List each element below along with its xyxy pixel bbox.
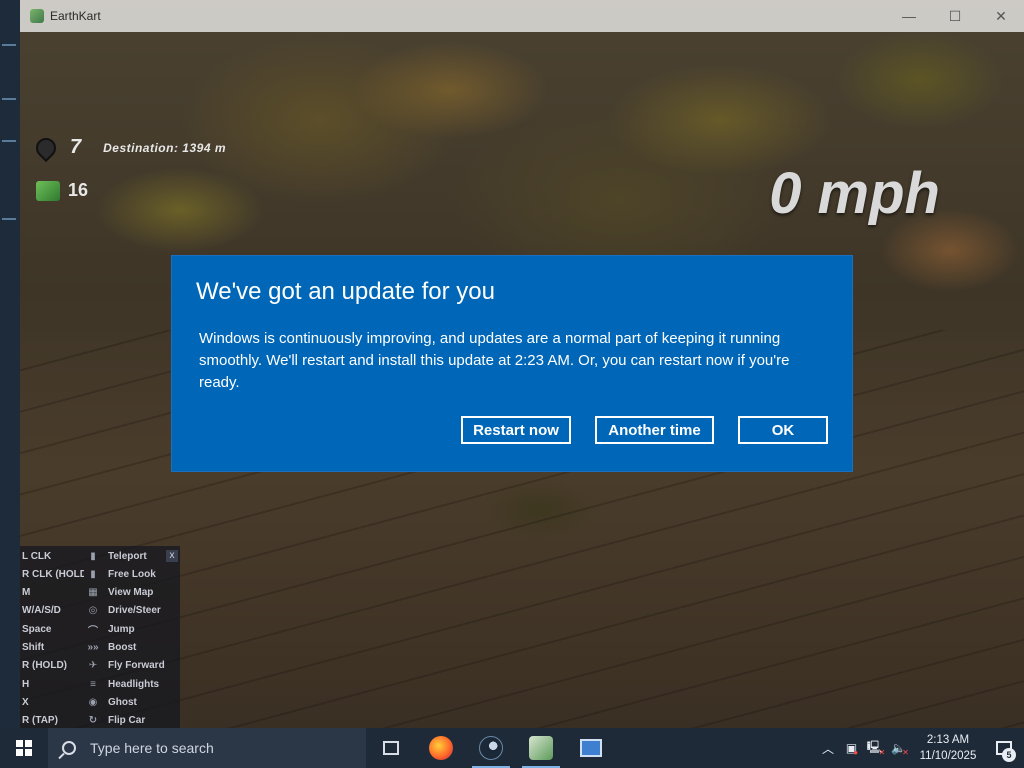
another-time-button[interactable]: Another time (595, 416, 714, 444)
earthkart-app-icon (30, 9, 44, 23)
control-key: W/A/S/D (22, 604, 61, 616)
steam-icon (479, 736, 503, 760)
hud-destination: Destination: 1394 m (103, 140, 226, 155)
map-pin-icon (31, 133, 61, 162)
control-row: Shift »» Boost (22, 638, 172, 656)
firefox-icon (429, 736, 453, 760)
control-key: R (HOLD) (22, 659, 67, 671)
control-row: L CLK ▮ Teleport (22, 547, 172, 565)
control-key: R CLK (HOLD) (22, 568, 84, 580)
mouse-left-icon: ▮ (90, 550, 96, 562)
window-controls: — ☐ ✕ (886, 0, 1024, 32)
control-action: Flip Car (108, 714, 146, 726)
control-action: Jump (108, 623, 135, 635)
restart-now-button[interactable]: Restart now (461, 416, 571, 444)
desktop-item (2, 44, 16, 46)
security-alert-icon[interactable]: ▣ ● (840, 728, 864, 768)
flip-icon: ↻ (88, 714, 98, 726)
control-action: Fly Forward (108, 659, 165, 671)
steering-wheel-icon: ◎ (88, 604, 98, 616)
taskbar: Type here to search ︿ ▣ ● 🖳 ✕ 🔈 ✕ 2:13 AM 1… (0, 728, 1024, 768)
taskbar-search-box[interactable]: Type here to search (48, 728, 366, 768)
control-key: X (22, 696, 29, 708)
taskbar-steam[interactable] (466, 728, 516, 768)
control-row: R CLK (HOLD) ▮ Free Look (22, 565, 172, 583)
minimize-button[interactable]: — (886, 0, 932, 32)
control-row: X ◉ Ghost (22, 693, 172, 711)
map-icon: ▦ (88, 586, 98, 598)
volume-muted-icon[interactable]: 🔈 ✕ (888, 728, 912, 768)
control-key: M (22, 586, 31, 598)
ghost-icon: ◉ (88, 696, 98, 708)
headlights-icon: ≡ (90, 678, 96, 690)
clock-date: 11/10/2025 (919, 750, 977, 762)
dialog-title: We've got an update for you (196, 278, 496, 305)
control-key: Shift (22, 641, 45, 653)
clock-time: 2:13 AM (926, 734, 970, 746)
task-view-button[interactable] (366, 728, 416, 768)
desktop-item (2, 140, 16, 142)
control-key: Space (22, 623, 52, 635)
jump-icon: ⌒ (88, 625, 98, 637)
control-key: R (TAP) (22, 714, 58, 726)
control-action: Headlights (108, 678, 160, 690)
hud-cash-row: 16 (36, 180, 88, 201)
close-button[interactable]: ✕ (978, 0, 1024, 32)
control-row: R (TAP) ↻ Flip Car (22, 711, 172, 728)
start-button[interactable] (0, 728, 48, 768)
notification-count: 5 (1002, 748, 1016, 762)
fly-icon: ✈ (88, 659, 98, 671)
mouse-right-icon: ▮ (90, 568, 96, 580)
control-action: Ghost (108, 696, 137, 708)
boost-chevrons-icon: »» (87, 641, 99, 653)
control-key: H (22, 678, 30, 690)
task-view-icon (383, 741, 399, 755)
control-row: M ▦ View Map (22, 583, 172, 601)
taskbar-clock[interactable]: 2:13 AM 11/10/2025 (912, 732, 984, 764)
window-title: EarthKart (50, 9, 101, 23)
taskbar-app[interactable] (566, 728, 616, 768)
control-action: View Map (108, 586, 154, 598)
control-row: Space ⌒ Jump (22, 620, 172, 638)
control-row: W/A/S/D ◎ Drive/Steer (22, 601, 172, 619)
control-action: Drive/Steer (108, 604, 161, 616)
action-center-button[interactable]: 5 (984, 728, 1024, 768)
maximize-button[interactable]: ☐ (932, 0, 978, 32)
control-row: R (HOLD) ✈ Fly Forward (22, 656, 172, 674)
desktop-item (2, 218, 16, 220)
dialog-message: Windows is continuously improving, and u… (199, 330, 790, 391)
control-action: Free Look (108, 568, 156, 580)
system-tray: ︿ ▣ ● 🖳 ✕ 🔈 ✕ 2:13 AM 11/10/2025 5 (816, 728, 1024, 768)
taskbar-earthkart[interactable] (516, 728, 566, 768)
control-key: L CLK (22, 550, 52, 562)
earthkart-taskbar-icon (529, 736, 553, 760)
window-titlebar[interactable]: EarthKart — ☐ ✕ (20, 0, 1024, 32)
search-icon (62, 741, 76, 755)
desktop-item (2, 98, 16, 100)
hud-cash-count: 16 (68, 180, 89, 200)
hud-pin-count: 7 (70, 136, 82, 158)
control-action: Teleport (108, 550, 147, 562)
controls-help-panel: x L CLK ▮ Teleport R CLK (HOLD) ▮ Free L… (20, 546, 180, 728)
ok-button[interactable]: OK (738, 416, 828, 444)
search-placeholder: Type here to search (90, 740, 214, 756)
hud-destination-row: 7 Destination: 1394 m (31, 133, 226, 162)
app-window-icon (580, 739, 602, 757)
desktop-background (0, 0, 20, 728)
control-action: Boost (108, 641, 137, 653)
cash-icon (36, 180, 60, 201)
update-dialog: We've got an update for you Windows is c… (172, 256, 852, 471)
windows-logo-icon (16, 740, 32, 756)
speedometer: 0 mph (769, 161, 940, 226)
network-disconnected-icon[interactable]: 🖳 ✕ (864, 728, 888, 768)
control-row: H ≡ Headlights (22, 675, 172, 693)
show-hidden-icons-chevron-icon[interactable]: ︿ (816, 728, 840, 768)
taskbar-firefox[interactable] (416, 728, 466, 768)
